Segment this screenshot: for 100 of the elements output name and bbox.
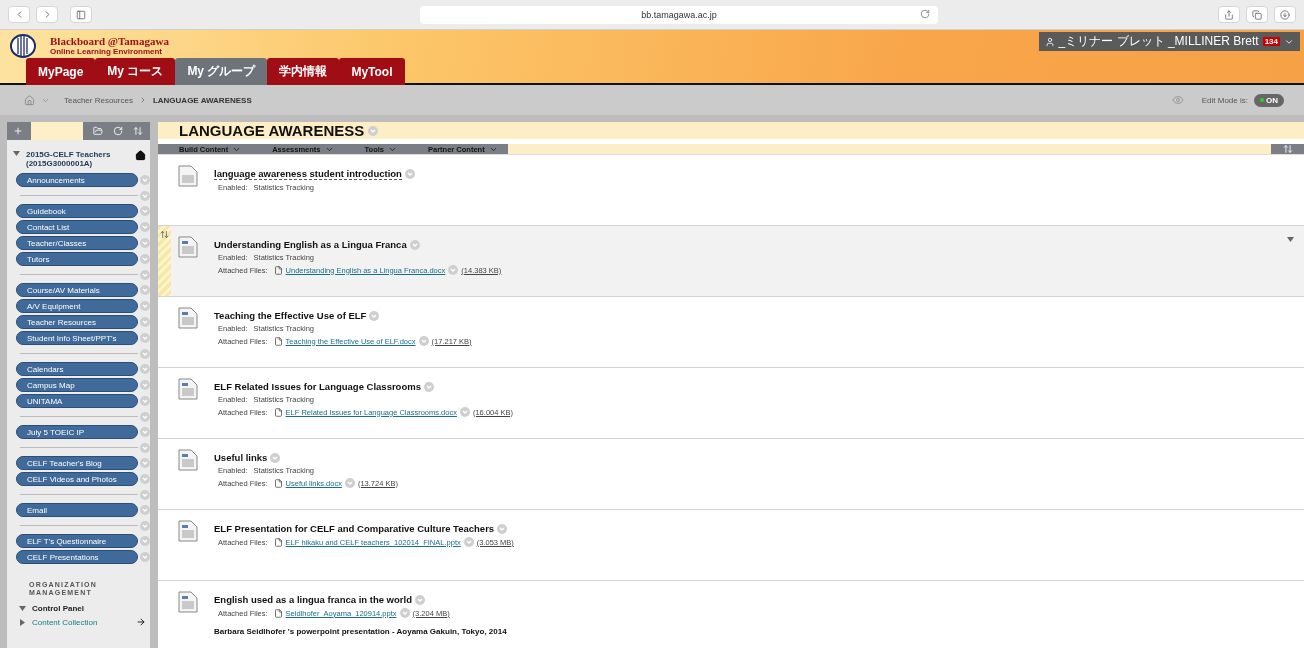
- menu-link[interactable]: Email: [16, 503, 138, 517]
- sidebar-icon[interactable]: [76, 9, 86, 20]
- menu-link[interactable]: Student Info Sheet/PPT's: [16, 331, 138, 345]
- menu-link[interactable]: CELF Videos and Photos: [16, 472, 138, 486]
- menu-link[interactable]: Announcements: [16, 173, 138, 187]
- tabs-button[interactable]: [1246, 6, 1268, 23]
- collapse-icon[interactable]: [19, 605, 26, 612]
- chevron-down-icon[interactable]: [399, 608, 410, 618]
- chevron-down-icon[interactable]: [140, 348, 150, 359]
- edit-mode-toggle[interactable]: ON: [1254, 93, 1284, 107]
- chevron-down-icon[interactable]: [463, 537, 474, 547]
- chevron-down-icon[interactable]: [497, 523, 508, 534]
- address-bar[interactable]: bb.tamagawa.ac.jp: [420, 5, 938, 24]
- chevron-down-icon[interactable]: [140, 380, 150, 390]
- home-icon[interactable]: [135, 150, 146, 161]
- chevron-down-icon[interactable]: [140, 301, 150, 311]
- chevron-down-icon[interactable]: [140, 175, 150, 185]
- chevron-down-icon[interactable]: [140, 238, 150, 248]
- item-title[interactable]: Teaching the Effective Use of ELF: [214, 310, 367, 321]
- chevron-down-icon[interactable]: [140, 520, 150, 531]
- chevron-down-icon[interactable]: [423, 381, 434, 392]
- chevron-down-icon[interactable]: [140, 427, 150, 437]
- chevron-down-icon[interactable]: [140, 552, 150, 562]
- chevron-down-icon[interactable]: [140, 285, 150, 295]
- chevron-down-icon[interactable]: [344, 478, 355, 488]
- menu-link[interactable]: Teacher Resources: [16, 315, 138, 329]
- chevron-down-icon[interactable]: [404, 169, 415, 179]
- back-button[interactable]: [8, 6, 30, 23]
- chevron-down-icon[interactable]: [140, 269, 150, 280]
- drag-icon[interactable]: [160, 230, 169, 239]
- refresh-icon[interactable]: [113, 126, 123, 136]
- chevron-down-icon[interactable]: [140, 333, 150, 343]
- menu-link[interactable]: Course/AV Materials: [16, 283, 138, 297]
- chevron-down-icon[interactable]: [140, 536, 150, 546]
- menu-link[interactable]: Calendars: [16, 362, 138, 376]
- item-title[interactable]: Useful links: [214, 452, 268, 463]
- sort-icon[interactable]: [133, 126, 143, 136]
- download-icon[interactable]: [1280, 9, 1290, 20]
- menu-link[interactable]: Guidebook: [16, 204, 138, 218]
- sidebar-toggle-button[interactable]: [70, 6, 92, 23]
- chevron-down-icon[interactable]: [369, 310, 380, 321]
- arrow-right-icon[interactable]: [136, 617, 146, 627]
- sort-icon[interactable]: [1282, 144, 1293, 154]
- tabs-icon[interactable]: [1252, 9, 1262, 20]
- menu-link[interactable]: Teacher/Classes: [16, 236, 138, 250]
- chevron-down-icon[interactable]: [368, 125, 379, 136]
- menu-link[interactable]: July 5 TOEIC IP: [16, 425, 138, 439]
- chevron-down-icon[interactable]: [140, 222, 150, 232]
- course-title[interactable]: 2015G-CELF Teachers (2015G3000001A): [26, 150, 129, 168]
- chevron-down-icon[interactable]: [140, 411, 150, 422]
- chevron-down-icon[interactable]: [418, 336, 429, 346]
- menu-link[interactable]: A/V Equipment: [16, 299, 138, 313]
- item-title[interactable]: ELF Presentation for CELF and Comparative Culture Teachers: [214, 523, 495, 534]
- menu-link[interactable]: UNITAMA: [16, 394, 138, 408]
- share-icon[interactable]: [1224, 9, 1234, 20]
- expand-icon[interactable]: [19, 618, 26, 626]
- drag-handle[interactable]: [158, 226, 171, 296]
- forward-button[interactable]: [36, 6, 58, 23]
- chevron-down-icon[interactable]: [140, 489, 150, 500]
- reload-icon[interactable]: [920, 8, 930, 19]
- chevron-down-icon[interactable]: [140, 190, 150, 201]
- item-title[interactable]: Understanding English as a Lingua Franca: [214, 239, 407, 250]
- menu-link[interactable]: Content Collection: [32, 617, 130, 627]
- menu-link[interactable]: CELF Teacher's Blog: [16, 456, 138, 470]
- menu-link[interactable]: Tutors: [16, 252, 138, 266]
- nav-tab[interactable]: 学内情報: [267, 58, 340, 85]
- download-button[interactable]: [1274, 6, 1296, 23]
- item-title[interactable]: language awareness student introduction: [214, 168, 402, 180]
- menu-link[interactable]: Campus Map: [16, 378, 138, 392]
- collapse-icon[interactable]: [13, 150, 20, 157]
- chevron-down-icon[interactable]: [140, 396, 150, 406]
- add-icon[interactable]: [13, 126, 23, 136]
- chevron-down-icon[interactable]: [140, 505, 150, 515]
- caret-icon[interactable]: [1287, 236, 1294, 243]
- chevron-down-icon[interactable]: [140, 206, 150, 216]
- chevron-down-icon[interactable]: [414, 594, 425, 605]
- folder-icon[interactable]: [93, 126, 103, 136]
- chevron-down-icon[interactable]: [140, 474, 150, 484]
- chevron-down-icon[interactable]: [140, 458, 150, 468]
- chevron-down-icon[interactable]: [448, 265, 459, 275]
- nav-tab[interactable]: My コース: [95, 58, 176, 85]
- chevron-down-icon[interactable]: [409, 239, 420, 250]
- menu-link[interactable]: CELF Presentations: [16, 550, 138, 564]
- eye-icon[interactable]: [1171, 94, 1184, 106]
- chevron-down-icon[interactable]: [140, 442, 150, 453]
- input-field[interactable]: [31, 122, 83, 140]
- menu-link[interactable]: ELF T's Questionnaire: [16, 534, 138, 548]
- nav-tab[interactable]: MyPage: [26, 58, 96, 85]
- user-menu[interactable]: _ミリナー ブレット _MILLINER Brett 134: [1038, 32, 1300, 51]
- chevron-down-icon[interactable]: [459, 407, 470, 417]
- chevron-down-icon[interactable]: [140, 364, 150, 374]
- chevron-down-icon[interactable]: [270, 452, 281, 463]
- breadcrumb-item[interactable]: LANGUAGE AWARENESS: [152, 95, 252, 105]
- item-title[interactable]: English used as a lingua franca in the world: [214, 594, 412, 605]
- menu-link[interactable]: Control Panel: [32, 604, 146, 613]
- chevron-down-icon[interactable]: [140, 317, 150, 327]
- sort-button[interactable]: [1271, 144, 1304, 154]
- share-button[interactable]: [1218, 6, 1240, 23]
- menu-link[interactable]: Contact List: [16, 220, 138, 234]
- chevron-down-icon[interactable]: [140, 254, 150, 264]
